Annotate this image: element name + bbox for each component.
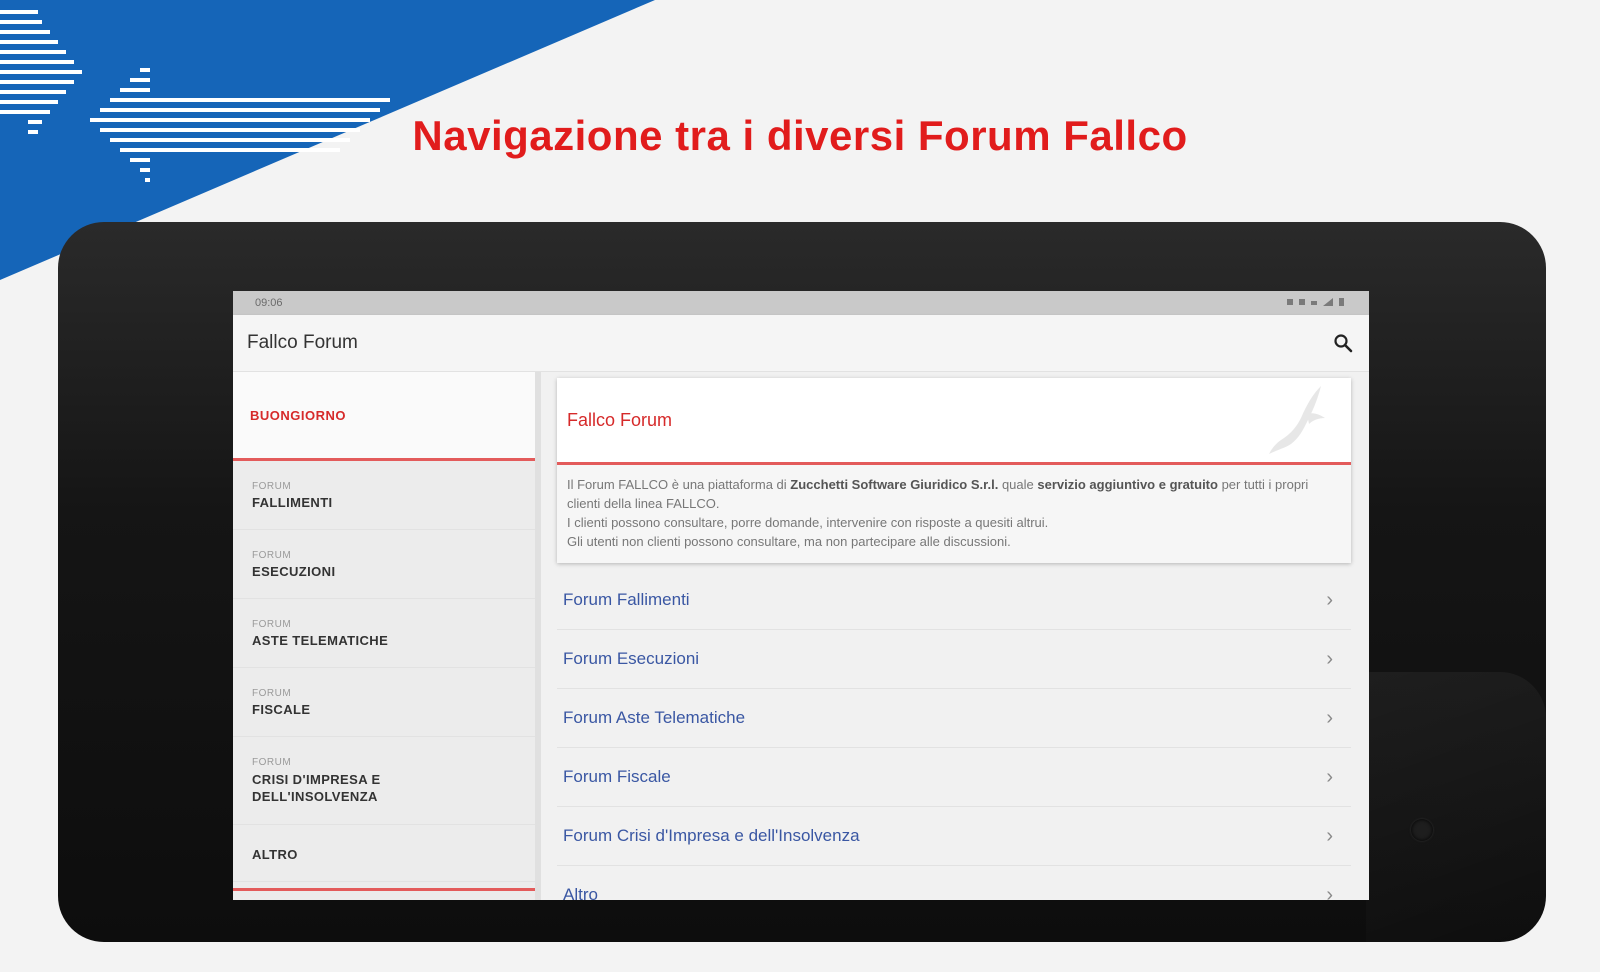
- forum-row-fiscale[interactable]: Forum Fiscale ›: [557, 748, 1351, 807]
- sidebar-divider: [233, 888, 535, 891]
- forum-row-esecuzioni[interactable]: Forum Esecuzioni ›: [557, 630, 1351, 689]
- sidebar-item-kicker: FORUM: [252, 549, 292, 561]
- app-screen: 09:06 Fallco Forum BUONGIORNO FORUM FALL…: [233, 291, 1369, 900]
- search-icon[interactable]: [1333, 333, 1353, 353]
- forum-row-aste-telematiche[interactable]: Forum Aste Telematiche ›: [557, 689, 1351, 748]
- forum-link: Forum Crisi d'Impresa e dell'Insolvenza: [563, 826, 860, 845]
- sidebar-item-fallimenti[interactable]: FORUM FALLIMENTI: [233, 461, 535, 530]
- content-area: BUONGIORNO FORUM FALLIMENTI FORUM ESECUZ…: [233, 372, 1369, 900]
- sidebar-item-kicker: FORUM: [252, 756, 292, 768]
- forum-link: Altro: [563, 885, 598, 900]
- chevron-right-icon: ›: [1326, 647, 1333, 670]
- sidebar-item-label: ASTE TELEMATICHE: [252, 632, 389, 648]
- sidebar-item-label: ESECUZIONI: [252, 563, 336, 579]
- sidebar-item-aste-telematiche[interactable]: FORUM ASTE TELEMATICHE: [233, 599, 535, 668]
- signal-icon: [1287, 297, 1344, 306]
- chevron-right-icon: ›: [1326, 883, 1333, 901]
- forum-row-crisi-impresa[interactable]: Forum Crisi d'Impresa e dell'Insolvenza …: [557, 807, 1351, 866]
- main-panel: Fallco Forum Il Forum FALLCO è una piatt…: [541, 372, 1369, 900]
- chevron-right-icon: ›: [1326, 706, 1333, 729]
- chevron-right-icon: ›: [1326, 765, 1333, 788]
- intro-title: Fallco Forum: [567, 409, 673, 430]
- forum-link: Forum Esecuzioni: [563, 649, 700, 668]
- bird-watermark-icon: [1269, 386, 1325, 454]
- status-time: 09:06: [255, 297, 283, 309]
- forum-link: Forum Fallimenti: [563, 590, 690, 609]
- app-title: Fallco Forum: [247, 332, 358, 353]
- page-headline: Navigazione tra i diversi Forum Fallco: [412, 112, 1188, 159]
- sidebar-item-label: FISCALE: [252, 701, 311, 717]
- sidebar-item-crisi-impresa[interactable]: FORUM CRISI D'IMPRESA E DELL'INSOLVENZA: [233, 737, 535, 825]
- status-bar: 09:06: [233, 291, 1369, 315]
- sidebar-item-label: ALTRO: [252, 847, 298, 862]
- forum-row-fallimenti[interactable]: Forum Fallimenti ›: [557, 571, 1351, 630]
- sidebar-item-kicker: FORUM: [252, 687, 292, 699]
- sidebar-item-label: FALLIMENTI: [252, 494, 333, 510]
- chevron-right-icon: ›: [1326, 588, 1333, 611]
- sidebar: BUONGIORNO FORUM FALLIMENTI FORUM ESECUZ…: [233, 372, 541, 900]
- intro-card: Fallco Forum Il Forum FALLCO è una piatt…: [557, 378, 1351, 563]
- sidebar-item-fiscale[interactable]: FORUM FISCALE: [233, 668, 535, 737]
- sidebar-item-altro[interactable]: ALTRO: [233, 825, 535, 882]
- chevron-right-icon: ›: [1326, 824, 1333, 847]
- sidebar-item-kicker: FORUM: [252, 618, 292, 630]
- greeting-header: BUONGIORNO: [233, 372, 535, 461]
- sidebar-item-esecuzioni[interactable]: FORUM ESECUZIONI: [233, 530, 535, 599]
- app-bar: Fallco Forum: [233, 315, 1369, 372]
- sidebar-item-label: CRISI D'IMPRESA E DELL'INSOLVENZA: [252, 771, 381, 804]
- forum-link: Forum Aste Telematiche: [563, 708, 746, 727]
- forum-link: Forum Fiscale: [563, 767, 671, 786]
- intro-description: Il Forum FALLCO è una piattaforma di Zuc…: [557, 465, 1351, 563]
- intro-header: Fallco Forum: [557, 378, 1351, 465]
- sidebar-item-kicker: FORUM: [252, 480, 292, 492]
- status-icons: [1287, 297, 1347, 310]
- camera-icon: [1411, 819, 1433, 841]
- forum-row-altro[interactable]: Altro ›: [557, 866, 1351, 901]
